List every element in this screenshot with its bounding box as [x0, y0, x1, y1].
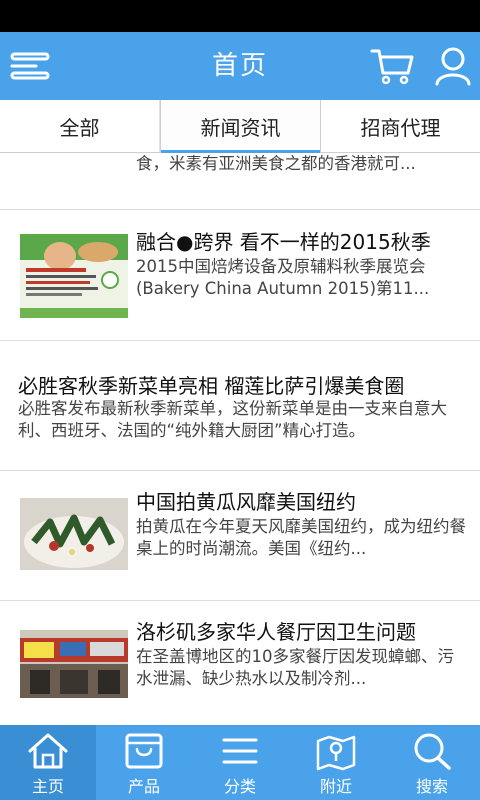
tab-agency[interactable]: 招商代理: [321, 100, 480, 152]
news-title: 必胜客秋季新菜单亮相 榴莲比萨引爆美食圈: [18, 374, 405, 398]
nav-label: 主页: [31, 777, 64, 796]
nav-home[interactable]: 主页: [0, 725, 96, 800]
news-thumbnail: [20, 630, 128, 698]
category-tabs: 全部 新闻资讯 招商代理: [0, 100, 480, 153]
nav-label: 分类: [223, 777, 256, 796]
product-bag-icon: [125, 733, 163, 769]
nav-label: 附近: [319, 777, 352, 796]
news-thumbnail: [20, 234, 128, 318]
category-list-icon: [222, 738, 258, 764]
map-icon: [316, 735, 356, 771]
nav-products[interactable]: 产品: [96, 725, 192, 800]
news-desc: 必胜客发布最新秋季新菜单，这份新菜单是由一支来自意大利、西班牙、法国的“纯外籍大…: [18, 399, 447, 440]
home-icon: [28, 733, 68, 769]
tab-news[interactable]: 新闻资讯: [160, 100, 321, 153]
news-desc: 拍黄瓜在今年夏天风靡美国纽约，成为纽约餐桌上的时尚潮流。美国《纽约...: [136, 517, 466, 558]
news-title: 融合●跨界 看不一样的2015秋季: [136, 230, 431, 254]
list-item[interactable]: 中国拍黄瓜风靡美国纽约 拍黄瓜在今年夏天风靡美国纽约，成为纽约餐桌上的时尚潮流。…: [0, 470, 480, 601]
news-list: 食，米素有亚洲美食之都的香港就可... 融合●跨界 看不一样的2015秋季 20…: [0, 153, 480, 725]
search-icon: [414, 733, 451, 770]
app-header: 首页: [0, 32, 480, 100]
bottom-nav: 主页 产品 分类 附近 搜索: [0, 725, 480, 800]
news-title: 中国拍黄瓜风靡美国纽约: [136, 490, 356, 514]
tab-all[interactable]: 全部: [0, 100, 160, 152]
news-desc: 2015中国焙烤设备及原辅料秋季展览会(Bakery China Autumn …: [136, 257, 430, 298]
user-icon[interactable]: [432, 32, 474, 100]
news-desc: 在圣盖博地区的10多家餐厅因发现蟑螂、污水泄漏、缺少热水以及制冷剂...: [136, 647, 454, 688]
list-item[interactable]: 必胜客秋季新菜单亮相 榴莲比萨引爆美食圈 必胜客发布最新秋季新菜单，这份新菜单是…: [0, 340, 480, 471]
nav-search[interactable]: 搜索: [384, 725, 480, 800]
list-item[interactable]: 洛杉矶多家华人餐厅因卫生问题 在圣盖博地区的10多家餐厅因发现蟑螂、污水泄漏、缺…: [0, 600, 480, 725]
nav-nearby[interactable]: 附近: [288, 725, 384, 800]
list-item[interactable]: 食，米素有亚洲美食之都的香港就可...: [0, 153, 480, 210]
news-thumbnail: [20, 498, 128, 570]
nav-category[interactable]: 分类: [192, 725, 288, 800]
nav-label: 产品: [127, 777, 160, 796]
news-desc: 食，米素有亚洲美食之都的香港就可...: [136, 154, 416, 173]
cart-icon[interactable]: [368, 32, 416, 100]
list-item[interactable]: 融合●跨界 看不一样的2015秋季 2015中国焙烤设备及原辅料秋季展览会(Ba…: [0, 210, 480, 341]
news-title: 洛杉矶多家华人餐厅因卫生问题: [136, 620, 416, 644]
nav-label: 搜索: [415, 777, 448, 796]
status-bar: [0, 0, 480, 32]
